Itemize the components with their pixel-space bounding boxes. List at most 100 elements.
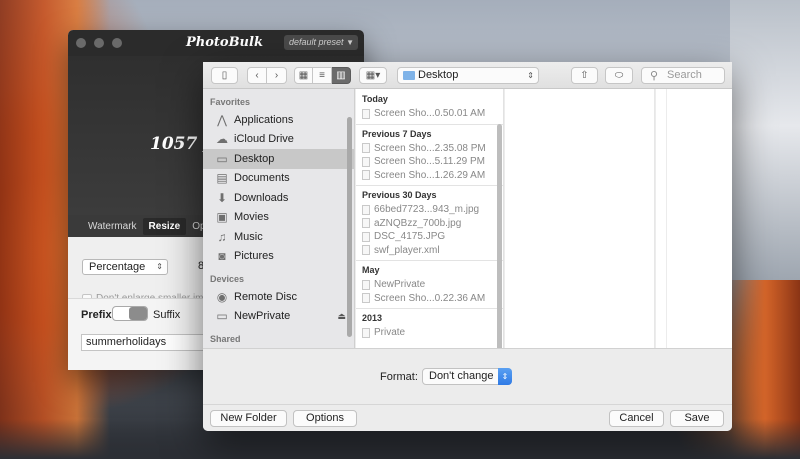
file-icon	[362, 143, 370, 154]
file-item[interactable]: Private	[356, 326, 503, 340]
file-item[interactable]: Screen Sho...5.11.29 PM	[356, 155, 503, 169]
sidebar-item-downloads[interactable]: ⬇ Downloads	[203, 188, 354, 208]
sidebar-item-remote-disc[interactable]: ◉ Remote Disc	[203, 287, 354, 307]
file-name: 66bed7723...943_m.jpg	[374, 204, 480, 215]
sidebar-item-movies[interactable]: ▣ Movies	[203, 208, 354, 228]
group-separator	[356, 123, 503, 125]
sidebar-item-music[interactable]: ♫ Music	[203, 227, 354, 247]
sidebar-item-label: Documents	[234, 172, 290, 185]
prefix-suffix-toggle[interactable]	[112, 306, 148, 321]
tag-icon: ⬭	[614, 70, 624, 81]
sidebar-item-newprivate[interactable]: ▭ NewPrivate ⏏	[203, 307, 354, 327]
empty-column-2[interactable]	[656, 89, 732, 348]
arrange-button[interactable]: ▦▾	[359, 67, 387, 84]
format-select[interactable]: Don't change ⇕	[422, 368, 512, 385]
music-icon: ♫	[217, 229, 227, 244]
options-button[interactable]: Options	[293, 410, 357, 427]
location-popup[interactable]: Desktop ⇕	[397, 67, 539, 84]
zoom-button[interactable]	[112, 38, 122, 48]
dialog-button-bar: New Folder Options Cancel Save	[203, 404, 732, 431]
desktop-sky-right	[730, 0, 800, 280]
file-icon	[362, 231, 370, 242]
file-item[interactable]: aZNQBzz_700b.jpg	[356, 217, 503, 231]
file-name: Screen Sho...0.50.01 AM	[374, 108, 486, 119]
sidebar-item-desktop[interactable]: ▭ Desktop	[203, 149, 354, 169]
browser-area: Favorites ⋀ Applications ☁ iCloud Drive …	[203, 89, 732, 356]
eject-icon[interactable]: ⏏	[337, 311, 346, 322]
sidebar-item-documents[interactable]: ▤ Documents	[203, 169, 354, 189]
location-label: Desktop	[418, 69, 459, 81]
prefix-label: Prefix	[81, 309, 112, 321]
search-icon: ⚲	[650, 70, 659, 82]
folder-icon	[403, 71, 415, 80]
tab-resize[interactable]: Resize	[142, 217, 187, 235]
preset-dropdown[interactable]: default preset ▼	[284, 35, 358, 50]
dialog-toolbar: ▯ ‹ › ▦ ≡ ▥ ▦▾ Desktop ⇕ ⇧ ⬭ ⚲ Search	[203, 62, 732, 89]
file-icon	[362, 170, 370, 181]
sidebar-header-devices: Devices	[210, 274, 245, 284]
list-view-button[interactable]: ≡	[313, 67, 332, 84]
file-name: Private	[374, 327, 406, 338]
toggle-knob	[129, 307, 147, 320]
sidebar-item-label: Applications	[234, 113, 294, 126]
downloads-icon: ⬇	[216, 190, 228, 205]
search-field[interactable]: ⚲ Search	[641, 67, 725, 84]
file-name: Screen Sho...2.35.08 PM	[374, 142, 486, 154]
chevron-right-icon: ›	[274, 70, 279, 81]
file-item[interactable]: swf_player.xml	[356, 244, 503, 258]
disc-icon: ◉	[216, 289, 228, 304]
movies-icon: ▣	[216, 210, 228, 225]
file-item[interactable]: Screen Sho...1.26.29 AM	[356, 169, 503, 183]
resize-mode-value: Percentage	[89, 261, 146, 273]
minimize-button[interactable]	[94, 38, 104, 48]
file-name: NewPrivate	[374, 279, 426, 290]
filename-input[interactable]: summerholidays	[81, 334, 206, 351]
file-item[interactable]: DSC_4175.JPG	[356, 230, 503, 244]
list-icon: ≡	[319, 70, 325, 81]
format-bar: Format: Don't change ⇕	[203, 348, 732, 404]
sidebar-toggle-button[interactable]: ▯	[211, 67, 238, 84]
file-item[interactable]: 66bed7723...943_m.jpg	[356, 203, 503, 217]
close-button[interactable]	[76, 38, 86, 48]
file-item[interactable]: Screen Sho...2.35.08 PM	[356, 142, 503, 156]
share-button[interactable]: ⇧	[571, 67, 598, 84]
app-title: PhotoBulk	[186, 35, 263, 50]
sidebar-item-icloud-drive[interactable]: ☁ iCloud Drive	[203, 130, 354, 150]
file-name: Screen Sho...0.22.36 AM	[374, 292, 486, 304]
resize-mode-select[interactable]: Percentage ⇕	[82, 259, 168, 275]
search-placeholder: Search	[667, 69, 702, 81]
pictures-icon: ◙	[218, 249, 226, 264]
icon-view-button[interactable]: ▦	[294, 67, 313, 84]
save-button[interactable]: Save	[670, 410, 724, 427]
cancel-button[interactable]: Cancel	[609, 410, 664, 427]
sidebar-icon: ▯	[221, 70, 228, 81]
sidebar-item-label: Downloads	[234, 191, 289, 204]
back-button[interactable]: ‹	[247, 67, 267, 84]
group-header-previous-30-days: Previous 30 Days	[362, 190, 437, 200]
file-icon	[362, 279, 370, 290]
file-column-scrollbar[interactable]	[497, 124, 502, 356]
file-icon	[362, 327, 370, 338]
file-item[interactable]: Screen Sho...0.50.01 AM	[356, 107, 503, 121]
column-divider	[666, 89, 667, 348]
format-value: Don't change	[429, 370, 494, 382]
view-mode-buttons: ▦ ≡ ▥	[294, 67, 351, 84]
new-folder-button[interactable]: New Folder	[210, 410, 287, 427]
file-name: aZNQBzz_700b.jpg	[374, 217, 462, 229]
file-name: Screen Sho...5.11.29 PM	[374, 156, 485, 167]
sidebar-item-applications[interactable]: ⋀ Applications	[203, 110, 354, 130]
group-header-previous-7-days: Previous 7 Days	[362, 128, 432, 139]
sidebar-item-pictures[interactable]: ◙ Pictures	[203, 247, 354, 267]
format-label: Format:	[380, 371, 418, 383]
empty-column[interactable]	[505, 89, 655, 348]
forward-button[interactable]: ›	[267, 67, 287, 84]
tab-watermark[interactable]: Watermark	[82, 218, 143, 235]
photobulk-titlebar: PhotoBulk default preset ▼	[68, 30, 364, 56]
column-view-button[interactable]: ▥	[332, 67, 351, 84]
desktop-icon: ▭	[216, 151, 228, 166]
sidebar-scrollbar[interactable]	[347, 117, 352, 337]
tags-button[interactable]: ⬭	[605, 67, 633, 84]
file-icon	[362, 218, 370, 229]
file-item[interactable]: Screen Sho...0.22.36 AM	[356, 292, 503, 306]
file-item[interactable]: NewPrivate	[356, 278, 503, 292]
